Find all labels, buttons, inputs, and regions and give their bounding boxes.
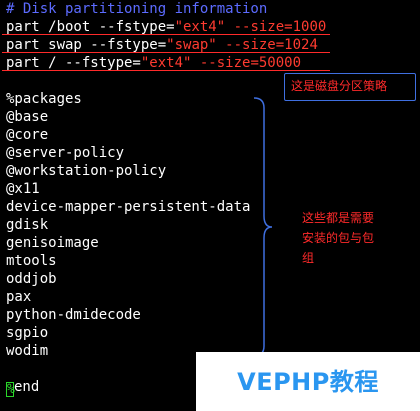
comment-line: # Disk partitioning information <box>6 1 268 17</box>
fstype-value: "ext4" <box>140 55 192 71</box>
fstype-value: "swap" <box>166 37 217 53</box>
package-item: oddjob <box>6 271 57 287</box>
end-keyword: end <box>14 379 40 395</box>
underline-annotation <box>2 70 330 71</box>
watermark-logo: VEPHP教程 <box>237 367 379 396</box>
text-cursor[interactable]: % <box>6 382 15 397</box>
partition-annotation-box: 这是磁盘分区策略 <box>284 73 416 101</box>
brace-bracket-icon <box>253 97 273 357</box>
underline-annotation <box>2 34 330 35</box>
size-value: 1024 <box>284 37 318 53</box>
size-flag: --size= <box>191 55 259 71</box>
size-flag: --size= <box>225 19 293 35</box>
package-item: python-dmidecode <box>6 307 141 323</box>
package-item: @x11 <box>6 181 40 197</box>
packages-annotation-text: 这些都是需要安装的包与包组 <box>302 211 375 265</box>
part-prefix: part swap --fstype= <box>6 37 167 53</box>
fstype-value: "ext4" <box>174 19 226 35</box>
package-item: @core <box>6 127 49 143</box>
package-item: pax <box>6 289 32 305</box>
size-value: 1000 <box>292 19 327 35</box>
partition-annotation-text: 这是磁盘分区策略 <box>291 79 388 93</box>
size-flag: --size= <box>216 37 285 53</box>
terminal-window[interactable]: # Disk partitioning information part /bo… <box>0 0 420 411</box>
underline-annotation <box>2 52 330 53</box>
watermark-overlay: VEPHP教程 <box>196 352 420 411</box>
package-item: sgpio <box>6 325 49 341</box>
package-item: @server-policy <box>6 145 125 161</box>
size-value: 50000 <box>258 55 302 71</box>
editor-buffer[interactable]: # Disk partitioning information part /bo… <box>6 0 416 397</box>
package-item: @workstation-policy <box>6 163 167 179</box>
package-item: @base <box>6 109 49 125</box>
part-prefix: part / --fstype= <box>6 55 141 71</box>
part-prefix: part /boot --fstype= <box>6 19 175 35</box>
